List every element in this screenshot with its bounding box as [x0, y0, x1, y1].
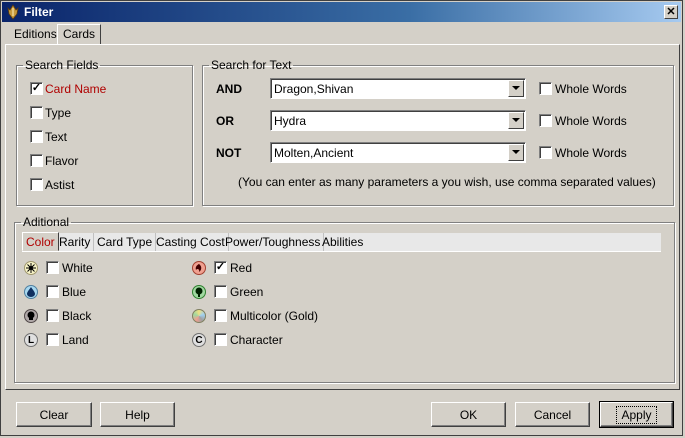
colorless-icon: C: [192, 333, 206, 347]
additional-panel: Color Rarity Card Type Casting Cost Powe…: [16, 231, 671, 379]
green-mana-icon: [192, 285, 206, 299]
tab-color[interactable]: Color: [22, 232, 59, 251]
tab-power-toughness[interactable]: Power/Toughness: [222, 233, 325, 251]
tab-editions[interactable]: Editions: [9, 25, 62, 44]
apply-button[interactable]: Apply: [599, 401, 674, 428]
blue-mana-icon: [24, 285, 38, 299]
and-dropdown-button[interactable]: [508, 80, 524, 97]
or-label: OR: [216, 114, 234, 128]
not-value: Molten,Ancient: [274, 146, 354, 160]
or-whole-words-checkbox[interactable]: [539, 114, 552, 127]
close-button[interactable]: ✕: [664, 5, 678, 19]
blue-checkbox[interactable]: [46, 285, 59, 298]
artist-label: Astist: [45, 178, 75, 192]
help-button-label: Help: [125, 407, 150, 422]
black-mana-icon: [24, 309, 38, 323]
red-checkbox[interactable]: ✓: [214, 261, 227, 274]
cancel-button[interactable]: Cancel: [515, 402, 590, 427]
tab-casting-cost-label: Casting Cost: [156, 235, 225, 249]
clear-button[interactable]: Clear: [16, 402, 92, 427]
or-value: Hydra: [274, 114, 307, 128]
additional-legend: Aditional: [23, 215, 70, 229]
tab-cards[interactable]: Cards: [57, 24, 102, 45]
green-label: Green: [230, 285, 264, 299]
tab-editions-label: Editions: [14, 27, 57, 41]
colorless-symbol: C: [195, 334, 203, 346]
card-name-checkbox[interactable]: ✓: [30, 82, 43, 95]
character-checkbox[interactable]: [214, 333, 227, 346]
multicolor-label: Multicolor (Gold): [230, 309, 319, 323]
type-checkbox[interactable]: [30, 106, 43, 119]
land-icon: L: [24, 333, 38, 347]
multicolor-checkbox[interactable]: [214, 309, 227, 322]
window-title: Filter: [24, 5, 54, 19]
multicolor-icon: [192, 309, 206, 323]
land-symbol: L: [27, 334, 35, 346]
tab-card-type[interactable]: Card Type: [94, 233, 157, 251]
white-checkbox[interactable]: [46, 261, 59, 274]
white-label: White: [62, 261, 93, 275]
and-whole-words-label: Whole Words: [555, 82, 627, 96]
white-mana-icon: [24, 261, 38, 275]
not-combobox[interactable]: Molten,Ancient: [270, 142, 526, 163]
or-whole-words-label: Whole Words: [555, 114, 627, 128]
not-whole-words-label: Whole Words: [555, 146, 627, 160]
title-bar[interactable]: Filter ✕: [2, 2, 681, 22]
chevron-down-icon: [512, 118, 520, 122]
not-label: NOT: [216, 146, 242, 160]
red-mana-icon: [192, 261, 206, 275]
apply-button-label: Apply: [616, 405, 657, 424]
search-hint-text: (You can enter as many parameters a you …: [238, 175, 656, 189]
land-checkbox[interactable]: [46, 333, 59, 346]
tab-color-label: Color: [26, 235, 55, 249]
land-label: Land: [62, 333, 89, 347]
additional-tabs: Color Rarity Card Type Casting Cost Powe…: [22, 232, 661, 252]
blue-label: Blue: [62, 285, 87, 299]
tab-rarity-label: Rarity: [59, 235, 91, 249]
or-dropdown-button[interactable]: [508, 112, 524, 129]
tab-card-type-label: Card Type: [97, 235, 153, 249]
filter-window: Filter ✕ Editions Cards Search Fields ✓ …: [0, 0, 683, 436]
not-dropdown-button[interactable]: [508, 144, 524, 161]
ok-button[interactable]: OK: [431, 402, 506, 427]
help-button[interactable]: Help: [100, 402, 175, 427]
black-checkbox[interactable]: [46, 309, 59, 322]
chevron-down-icon: [512, 150, 520, 154]
or-combobox[interactable]: Hydra: [270, 110, 526, 131]
tab-cards-label: Cards: [63, 27, 96, 41]
type-label: Type: [45, 106, 72, 120]
ok-button-label: OK: [459, 407, 478, 422]
text-label: Text: [45, 130, 68, 144]
and-label: AND: [216, 82, 242, 96]
clear-button-label: Clear: [39, 407, 69, 422]
cancel-button-label: Cancel: [533, 407, 572, 422]
cards-tab-panel: Search Fields ✓ Card Name Type Text Flav…: [5, 44, 680, 390]
black-label: Black: [62, 309, 92, 323]
flavor-label: Flavor: [45, 154, 79, 168]
tab-power-toughness-label: Power/Toughness: [225, 235, 321, 249]
chevron-down-icon: [512, 86, 520, 90]
app-icon: [7, 4, 19, 20]
search-fields-legend: Search Fields: [25, 58, 99, 72]
green-checkbox[interactable]: [214, 285, 227, 298]
search-text-legend: Search for Text: [211, 58, 292, 72]
tab-rarity[interactable]: Rarity: [56, 233, 95, 251]
tab-casting-cost[interactable]: Casting Cost: [153, 233, 229, 251]
and-value: Dragon,Shivan: [274, 82, 354, 96]
character-label: Character: [230, 333, 283, 347]
artist-checkbox[interactable]: [30, 178, 43, 191]
text-checkbox[interactable]: [30, 130, 43, 143]
red-label: Red: [230, 261, 253, 275]
flavor-checkbox[interactable]: [30, 154, 43, 167]
and-combobox[interactable]: Dragon,Shivan: [270, 78, 526, 99]
and-whole-words-checkbox[interactable]: [539, 82, 552, 95]
tab-abilities-label: Abilities: [322, 235, 364, 249]
card-name-label: Card Name: [45, 82, 107, 96]
close-icon: ✕: [666, 6, 676, 18]
not-whole-words-checkbox[interactable]: [539, 146, 552, 159]
tab-abilities[interactable]: Abilities: [319, 233, 366, 251]
